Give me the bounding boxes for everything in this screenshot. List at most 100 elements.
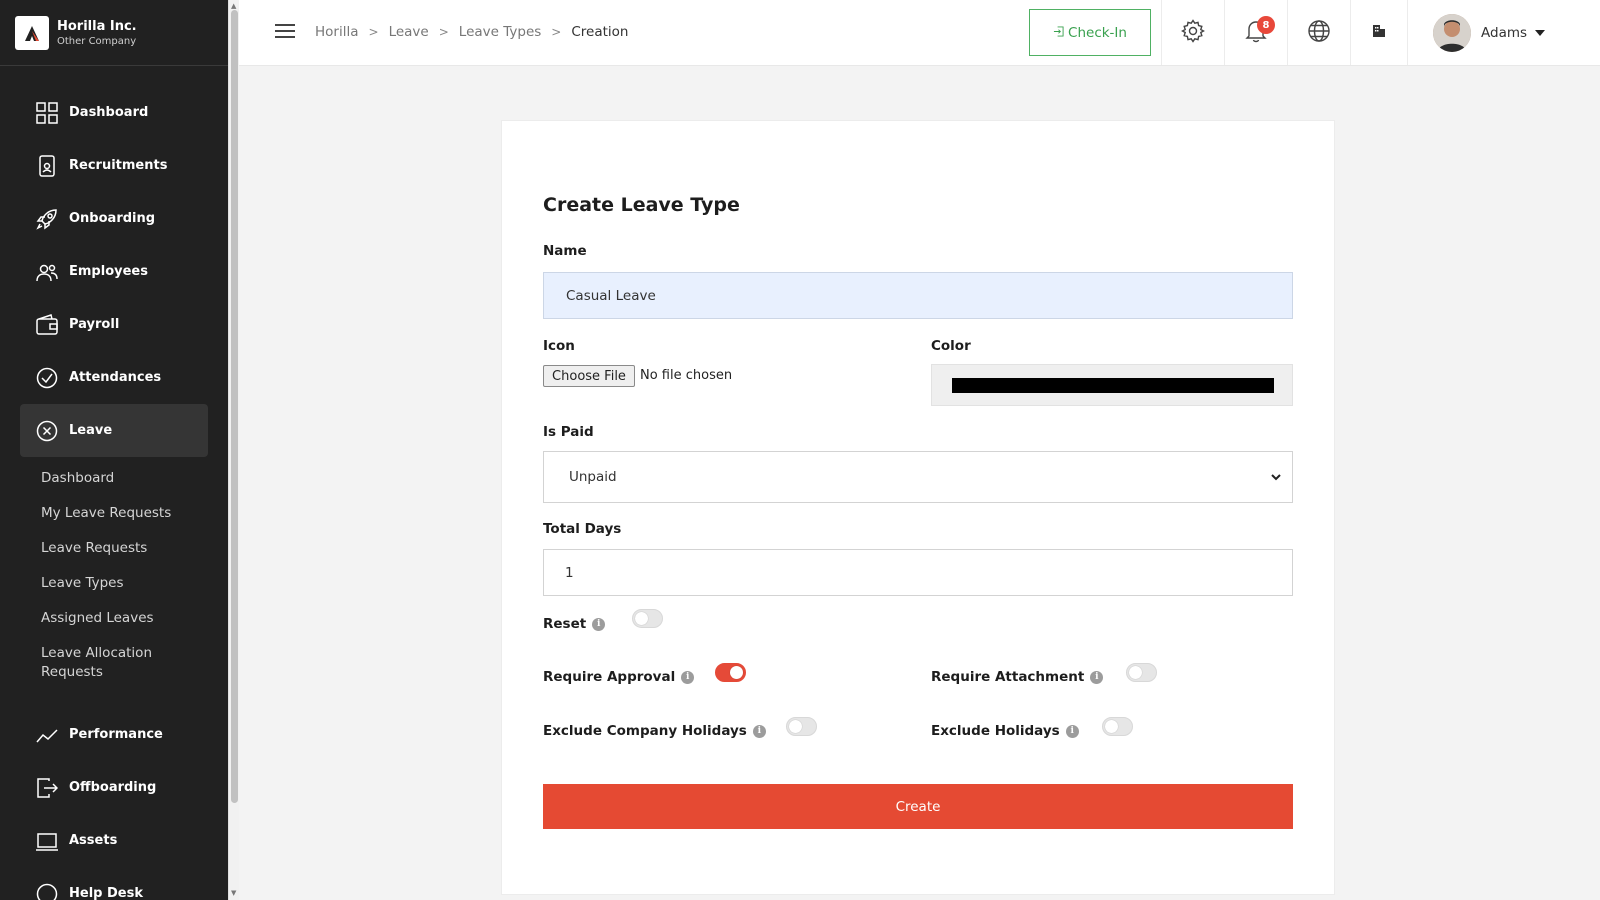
exclude-company-holidays-toggle[interactable] [786, 717, 817, 736]
sidebar-item-assets[interactable]: Assets [0, 814, 228, 867]
exclude-company-holidays-label-text: Exclude Company Holidays [543, 723, 747, 739]
reset-toggle[interactable] [632, 609, 663, 628]
info-icon[interactable]: i [1065, 724, 1079, 738]
sidebar-item-help-desk[interactable]: Help Desk [0, 867, 228, 900]
check-in-label: Check-In [1068, 24, 1127, 41]
breadcrumb-leave-types[interactable]: Leave Types [459, 24, 542, 40]
chevron-right-icon: > [438, 25, 449, 39]
check-in-button[interactable]: Check-In [1029, 9, 1151, 56]
x-circle-icon [35, 419, 59, 443]
subnav-item-my-leave-requests[interactable]: My Leave Requests [41, 504, 201, 523]
sidebar-item-label: Payroll [69, 317, 120, 332]
color-swatch [952, 378, 1274, 393]
sidebar-item-leave[interactable]: Leave [20, 404, 208, 457]
sidebar-item-label: Leave [69, 423, 113, 438]
sidebar-item-recruitments[interactable]: Recruitments [0, 139, 228, 192]
chevron-down-icon [1270, 471, 1282, 487]
company-name: Horilla Inc. [57, 18, 137, 34]
notifications-button[interactable]: 8 [1224, 0, 1287, 65]
total-days-input[interactable]: 1 [543, 549, 1293, 596]
menu-toggle-icon[interactable] [275, 24, 295, 40]
require-approval-label-text: Require Approval [543, 669, 676, 685]
is-paid-selected-value: Unpaid [569, 469, 617, 485]
total-days-label: Total Days [543, 521, 622, 537]
subnav-item-leave-allocation-requests[interactable]: Leave Allocation Requests [41, 644, 201, 682]
require-attachment-label: Require Attachment i [931, 669, 1104, 685]
notification-count-badge: 8 [1257, 16, 1275, 34]
sidebar-scrollbar[interactable]: ▲ ▼ [228, 0, 239, 900]
sidebar-item-employees[interactable]: Employees [0, 245, 228, 298]
color-picker-input[interactable] [931, 364, 1293, 406]
sidebar-item-payroll[interactable]: Payroll [0, 298, 228, 351]
rocket-icon [35, 207, 59, 231]
breadcrumb-leave[interactable]: Leave [389, 24, 429, 40]
login-arrow-icon [1053, 25, 1064, 41]
subnav-item-assigned-leaves[interactable]: Assigned Leaves [41, 609, 201, 628]
color-label: Color [931, 338, 971, 354]
sidebar-item-onboarding[interactable]: Onboarding [0, 192, 228, 245]
settings-button[interactable] [1161, 0, 1224, 65]
exclude-holidays-toggle[interactable] [1102, 717, 1133, 736]
company-switch-button[interactable] [1350, 0, 1407, 65]
breadcrumb-creation: Creation [571, 24, 629, 40]
toggle-knob [789, 720, 802, 733]
laptop-icon [35, 829, 59, 853]
create-leave-type-card: Create Leave Type Name Casual Leave Icon… [501, 120, 1335, 895]
top-header: Horilla > Leave > Leave Types > Creation… [239, 0, 1600, 66]
info-icon[interactable]: i [681, 670, 695, 684]
sidebar-item-attendances[interactable]: Attendances [0, 351, 228, 404]
chevron-right-icon: > [368, 25, 379, 39]
check-circle-icon [35, 366, 59, 390]
sidebar-item-label: Onboarding [69, 211, 156, 226]
choose-file-button[interactable]: Choose File [543, 365, 635, 387]
caret-down-icon [1535, 29, 1546, 36]
exclude-holidays-label-text: Exclude Holidays [931, 723, 1060, 739]
scroll-up-icon[interactable]: ▲ [231, 2, 236, 10]
user-profile-menu[interactable]: Adams [1407, 0, 1600, 65]
sidebar-item-label: Recruitments [69, 158, 168, 173]
reset-label: Reset i [543, 616, 606, 632]
sidebar-item-label: Help Desk [69, 886, 143, 900]
icon-label: Icon [543, 338, 575, 354]
main-nav: Dashboard Recruitments Onboarding Employ… [0, 66, 228, 900]
horilla-logo [15, 15, 49, 50]
sidebar-item-performance[interactable]: Performance [0, 708, 228, 761]
is-paid-select[interactable]: Unpaid [543, 451, 1293, 503]
breadcrumb-horilla[interactable]: Horilla [315, 24, 359, 40]
globe-icon [1307, 19, 1331, 47]
user-name: Adams [1481, 24, 1528, 41]
subnav-item-dashboard[interactable]: Dashboard [41, 469, 201, 488]
total-days-value: 1 [565, 564, 574, 581]
brand-header[interactable]: Horilla Inc. Other Company [0, 0, 228, 66]
sidebar-item-dashboard[interactable]: Dashboard [0, 86, 228, 139]
company-subtitle: Other Company [57, 35, 137, 47]
breadcrumb: Horilla > Leave > Leave Types > Creation [315, 24, 628, 40]
gear-icon [1181, 18, 1205, 47]
create-button[interactable]: Create [543, 784, 1293, 829]
toggle-knob [635, 612, 648, 625]
exclude-holidays-label: Exclude Holidays i [931, 723, 1079, 739]
sidebar-item-offboarding[interactable]: Offboarding [0, 761, 228, 814]
name-input[interactable]: Casual Leave [543, 272, 1293, 319]
require-attachment-toggle[interactable] [1126, 663, 1157, 682]
sidebar-item-label: Performance [69, 727, 163, 742]
info-icon[interactable]: i [592, 617, 606, 631]
name-label: Name [543, 243, 587, 259]
help-icon [35, 882, 59, 900]
exclude-company-holidays-label: Exclude Company Holidays i [543, 723, 766, 739]
subnav-item-leave-requests[interactable]: Leave Requests [41, 539, 201, 558]
subnav-item-leave-types[interactable]: Leave Types [41, 574, 201, 593]
info-icon[interactable]: i [752, 724, 766, 738]
trend-line-icon [35, 723, 59, 747]
scroll-down-icon[interactable]: ▼ [231, 889, 236, 897]
sidebar-item-label: Employees [69, 264, 148, 279]
dashboard-grid-icon [35, 101, 59, 125]
avatar [1433, 13, 1471, 52]
people-icon [35, 260, 59, 284]
scroll-thumb[interactable] [231, 10, 238, 803]
require-approval-toggle[interactable] [715, 663, 746, 682]
building-icon [1372, 23, 1386, 42]
info-icon[interactable]: i [1090, 670, 1104, 684]
sidebar-item-label: Offboarding [69, 780, 157, 795]
language-button[interactable] [1287, 0, 1350, 65]
